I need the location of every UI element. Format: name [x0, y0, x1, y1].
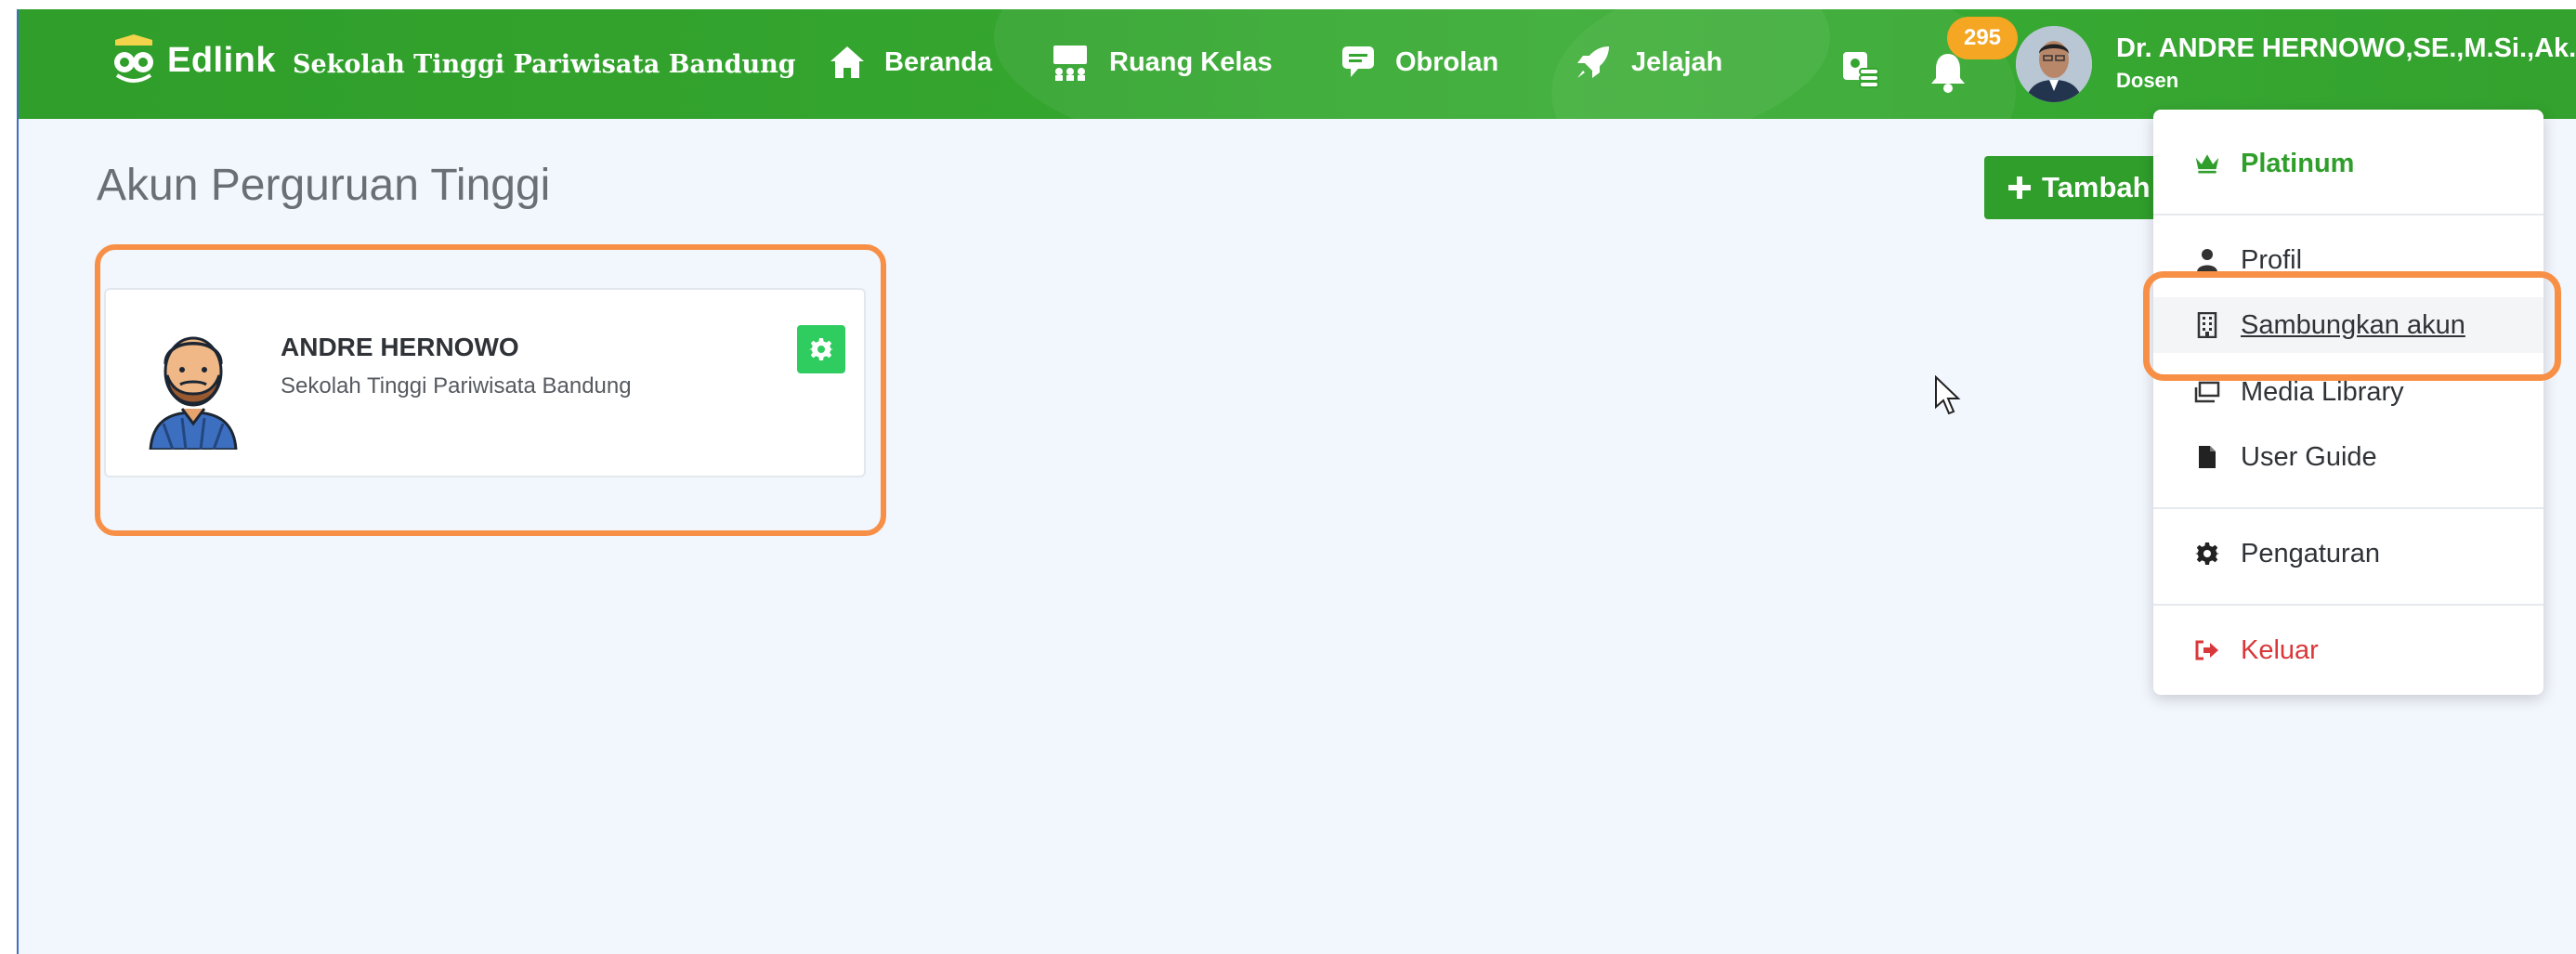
nav-beranda-label: Beranda [884, 46, 993, 77]
user-name[interactable]: Dr. ANDRE HERNOWO,SE.,M.Si.,Ak. [2116, 33, 2576, 64]
classroom-icon [1053, 46, 1087, 81]
nav-ruang-kelas[interactable]: Ruang Kelas [1050, 37, 1273, 87]
nav-obrolan[interactable]: Obrolan [1340, 37, 1498, 87]
account-card[interactable]: ANDRE HERNOWO Sekolah Tinggi Pariwisata … [104, 288, 866, 477]
mouse-cursor-icon [1935, 375, 1961, 415]
home-icon [830, 46, 864, 78]
menu-pengaturan[interactable]: Pengaturan [2153, 526, 2543, 582]
school-name: Sekolah Tinggi Pariwisata Bandung [293, 50, 796, 79]
rocket-icon [1577, 46, 1609, 78]
account-settings-button[interactable] [797, 325, 845, 373]
nav-obrolan-label: Obrolan [1395, 46, 1499, 77]
media-icon [2194, 379, 2220, 405]
plan-platinum[interactable]: Platinum [2153, 136, 2543, 191]
plan-label: Platinum [2241, 148, 2355, 178]
plus-icon [2008, 176, 2031, 199]
menu-media-library-label: Media Library [2241, 376, 2404, 407]
menu-keluar[interactable]: Keluar [2153, 622, 2543, 678]
user-icon [2194, 247, 2220, 273]
account-school: Sekolah Tinggi Pariwisata Bandung [281, 373, 632, 399]
menu-keluar-label: Keluar [2241, 634, 2319, 665]
account-name: ANDRE HERNOWO [281, 333, 519, 361]
user-avatar[interactable] [2016, 26, 2092, 102]
chat-icon [1342, 46, 1374, 77]
wallet-icon[interactable] [1839, 46, 1882, 89]
edlink-logo[interactable]: Edlink [111, 28, 276, 93]
owl-logo-icon [114, 34, 153, 83]
gear-icon [809, 338, 833, 360]
menu-pengaturan-label: Pengaturan [2241, 538, 2380, 568]
add-button-label: Tambah [2042, 171, 2151, 203]
file-icon [2194, 444, 2220, 470]
notification-badge: 295 [1947, 17, 2018, 59]
sambungkan-akun-highlight [2143, 271, 2561, 381]
bearded-man-avatar-icon [149, 336, 238, 450]
logo-text: Edlink [167, 40, 277, 80]
user-dropdown-menu: Platinum Profil Sambungkan akun Media Li… [2153, 110, 2543, 695]
gear-icon [2194, 541, 2220, 567]
menu-user-guide-label: User Guide [2241, 441, 2377, 472]
nav-jelajah-label: Jelajah [1631, 46, 1723, 77]
crown-icon [2194, 150, 2220, 176]
nav-beranda[interactable]: Beranda [829, 37, 992, 87]
page-title: Akun Perguruan Tinggi [97, 161, 551, 210]
app-window: Edlink Sekolah Tinggi Pariwisata Bandung… [17, 9, 2576, 954]
logout-icon [2194, 637, 2220, 663]
user-role: Dosen [2116, 69, 2179, 92]
nav-jelajah[interactable]: Jelajah [1574, 37, 1722, 87]
menu-user-guide[interactable]: User Guide [2153, 429, 2543, 485]
nav-ruang-kelas-label: Ruang Kelas [1109, 46, 1273, 77]
top-navbar: Edlink Sekolah Tinggi Pariwisata Bandung… [19, 9, 2576, 119]
